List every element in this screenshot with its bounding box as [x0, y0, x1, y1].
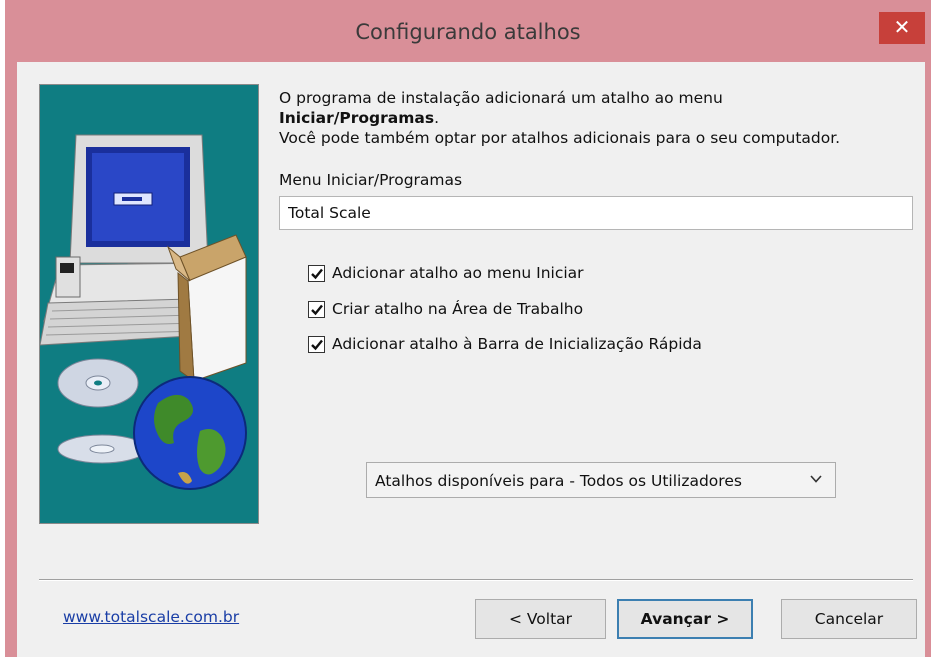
- option-label: Adicionar atalho à Barra de Inicializaçã…: [332, 335, 702, 353]
- cancel-button[interactable]: Cancelar: [781, 599, 917, 639]
- start-menu-checkbox[interactable]: [308, 264, 325, 282]
- dialog-body: O programa de instalação adicionará um a…: [17, 62, 925, 657]
- selected-value: Atalhos disponíveis para - Todos os Util…: [375, 472, 742, 490]
- option-desktop[interactable]: Criar atalho na Área de Trabalho: [308, 300, 583, 318]
- checkmark-icon: [311, 304, 323, 315]
- window-title: Configurando atalhos: [355, 20, 581, 44]
- option-label: Criar atalho na Área de Trabalho: [332, 300, 584, 318]
- start-menu-path: Iniciar/Programas: [279, 109, 435, 127]
- cd-icon: [57, 358, 147, 464]
- intro-text: O programa de instalação adicionará um a…: [279, 88, 919, 148]
- quick-launch-checkbox[interactable]: [308, 335, 325, 353]
- globe-icon: [133, 376, 247, 490]
- close-icon: ✕: [893, 15, 911, 39]
- intro-line-1: O programa de instalação adicionará um a…: [279, 89, 723, 107]
- option-quick-launch[interactable]: Adicionar atalho à Barra de Inicializaçã…: [308, 335, 702, 353]
- back-button[interactable]: < Voltar: [475, 599, 606, 639]
- menu-folder-input[interactable]: [279, 196, 913, 230]
- chevron-down-icon: [810, 475, 822, 483]
- intro-period: .: [434, 109, 440, 127]
- close-button[interactable]: ✕: [879, 12, 925, 44]
- installer-window: Configurando atalhos ✕ O programa de ins…: [5, 0, 931, 657]
- option-label: Adicionar atalho ao menu Iniciar: [332, 264, 584, 282]
- menu-folder-label: Menu Iniciar/Programas: [279, 171, 463, 189]
- checkmark-icon: [311, 339, 323, 350]
- next-button[interactable]: Avançar >: [617, 599, 753, 639]
- checkmark-icon: [311, 268, 323, 279]
- footer-divider-highlight: [39, 580, 913, 581]
- title-bar[interactable]: Configurando atalhos ✕: [5, 0, 931, 62]
- box-icon: [166, 234, 247, 383]
- intro-line-2: Iniciar/Programas.: [279, 108, 919, 128]
- option-start-menu[interactable]: Adicionar atalho ao menu Iniciar: [308, 264, 584, 282]
- desktop-checkbox[interactable]: [308, 300, 325, 318]
- website-link[interactable]: www.totalscale.com.br: [63, 608, 239, 626]
- intro-line-3: Você pode também optar por atalhos adici…: [279, 129, 841, 147]
- shortcut-scope-select[interactable]: Atalhos disponíveis para - Todos os Util…: [366, 462, 836, 498]
- banner-illustration: [39, 134, 247, 490]
- installer-banner: [39, 84, 259, 524]
